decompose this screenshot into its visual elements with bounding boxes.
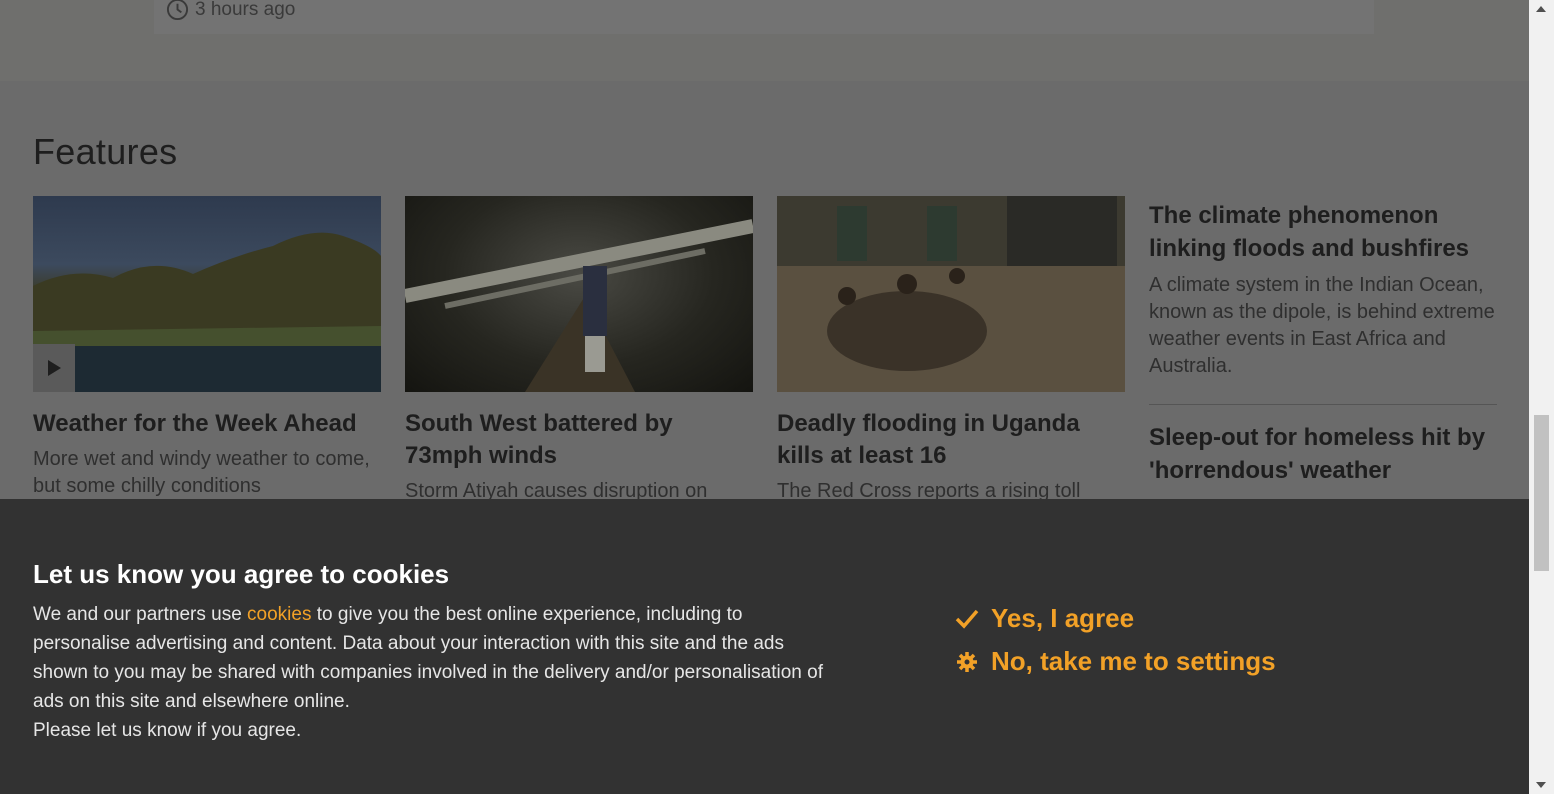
- gear-icon: [957, 651, 977, 672]
- feature-title[interactable]: Deadly flooding in Uganda kills at least…: [777, 408, 1125, 472]
- side-item-title[interactable]: The climate phenomenon linking floods an…: [1149, 199, 1497, 265]
- scroll-down-arrow-icon[interactable]: [1536, 782, 1546, 788]
- scroll-up-arrow-icon[interactable]: [1536, 6, 1546, 12]
- side-item-climate[interactable]: The climate phenomenon linking floods an…: [1149, 199, 1497, 380]
- agree-button[interactable]: Yes, I agree: [955, 597, 1276, 640]
- timestamp: 3 hours ago: [166, 0, 295, 21]
- feature-image[interactable]: [33, 196, 381, 392]
- feature-side-list: The climate phenomenon linking floods an…: [1149, 196, 1497, 487]
- side-item-title[interactable]: Sleep-out for homeless hit by 'horrendou…: [1149, 421, 1497, 487]
- story-card[interactable]: 3 hours ago: [154, 0, 1374, 34]
- cookie-actions: Yes, I agree No, take me to settings: [955, 597, 1276, 683]
- agree-label: Yes, I agree: [991, 603, 1135, 633]
- scrollbar-thumb[interactable]: [1534, 415, 1549, 571]
- feature-card-weather[interactable]: Weather for the Week Ahead More wet and …: [33, 196, 381, 500]
- feature-card-winds[interactable]: South West battered by 73mph winds Storm…: [405, 196, 753, 505]
- previous-section: 3 hours ago: [0, 0, 1529, 81]
- cookie-text-part: We and our partners use: [33, 604, 248, 625]
- settings-button[interactable]: No, take me to settings: [955, 640, 1276, 683]
- settings-label: No, take me to settings: [991, 646, 1276, 676]
- checkmark-icon: [955, 609, 979, 629]
- scrollbar[interactable]: [1529, 0, 1554, 794]
- feature-image[interactable]: [777, 196, 1125, 392]
- timestamp-label: 3 hours ago: [195, 0, 296, 20]
- divider: [1149, 404, 1497, 405]
- cookie-title: Let us know you agree to cookies: [33, 559, 450, 589]
- side-item-summary: A climate system in the Indian Ocean, kn…: [1149, 274, 1495, 377]
- side-item-sleep-out[interactable]: Sleep-out for homeless hit by 'horrendou…: [1149, 421, 1497, 487]
- feature-image[interactable]: [405, 196, 753, 392]
- play-icon: [48, 360, 61, 376]
- cookies-link[interactable]: cookies: [247, 604, 311, 625]
- play-button[interactable]: [33, 344, 75, 392]
- feature-title[interactable]: South West battered by 73mph winds: [405, 408, 753, 472]
- cookie-banner: Let us know you agree to cookies We and …: [0, 499, 1529, 794]
- feature-title[interactable]: Weather for the Week Ahead: [33, 408, 381, 440]
- section-title: Features: [33, 131, 178, 172]
- cookie-text: We and our partners use cookies to give …: [33, 600, 833, 745]
- feature-summary: More wet and windy weather to come, but …: [33, 448, 370, 497]
- cookie-text-final: Please let us know if you agree.: [33, 720, 302, 741]
- feature-card-uganda[interactable]: Deadly flooding in Uganda kills at least…: [777, 196, 1125, 505]
- clock-icon: [166, 0, 189, 21]
